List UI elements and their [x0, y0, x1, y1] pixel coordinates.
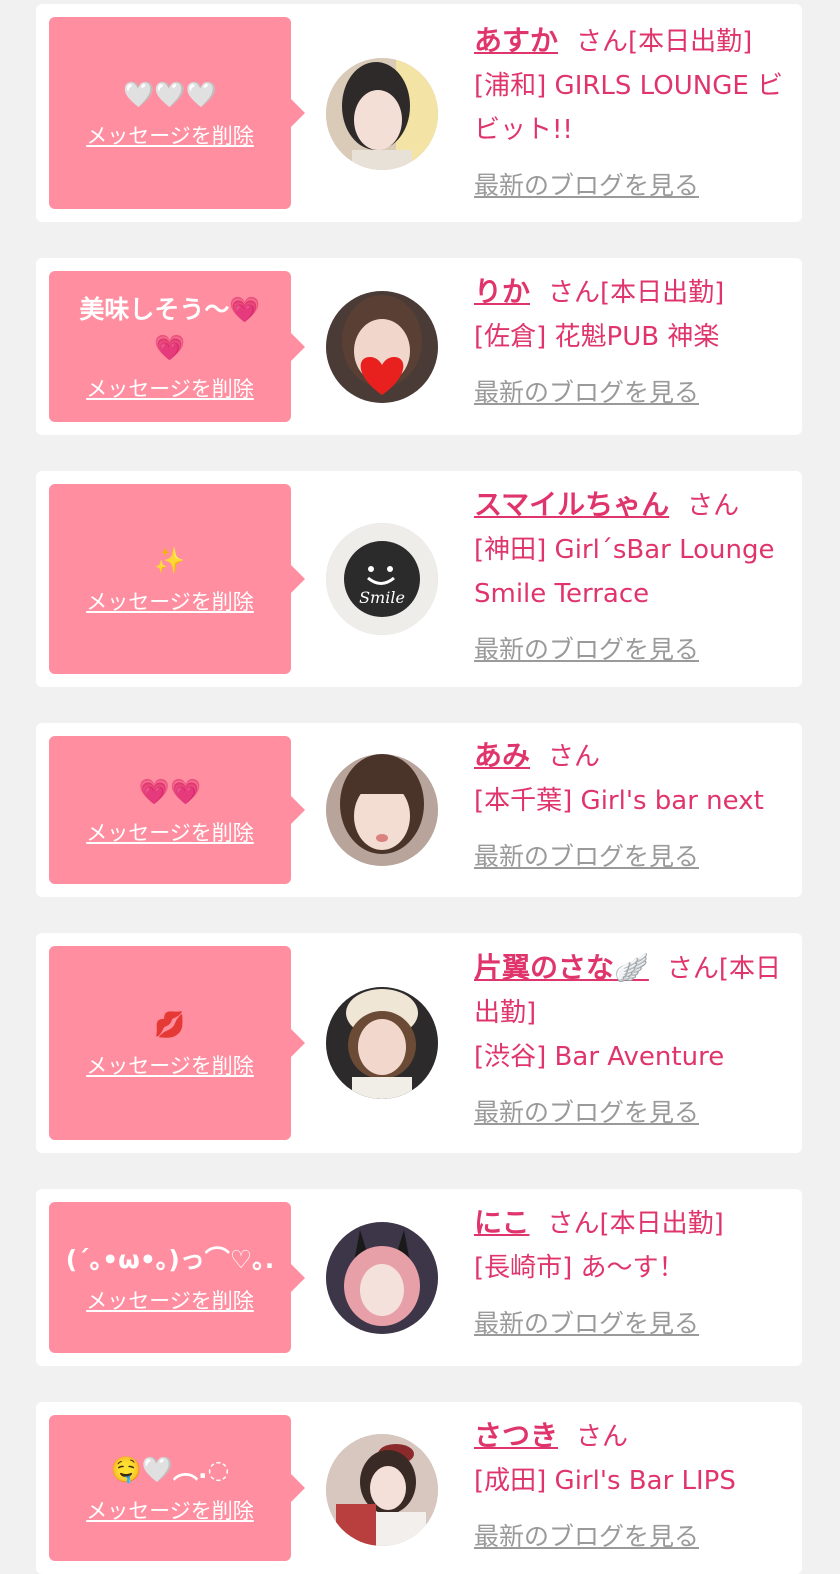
- avatar[interactable]: Smile: [326, 523, 438, 635]
- shop-name: [神田] Girl´sBar Lounge Smile Terrace: [474, 535, 775, 609]
- latest-blog-link[interactable]: 最新のブログを見る: [474, 371, 699, 415]
- shop-name: [本千葉] Girl's bar next: [474, 786, 764, 816]
- message-text: (´｡•ω•｡)っ⌒♡｡.: [65, 1244, 275, 1274]
- avatar[interactable]: [326, 291, 438, 403]
- sender-name-link[interactable]: あすか: [474, 24, 558, 57]
- message-card: 💋 メッセージを削除 片翼のさな🪽 さん[本日出勤] [渋谷] Bar Avent…: [36, 933, 802, 1153]
- message-card: 🤍🤍🤍 メッセージを削除 あすか さん[本日出勤] [浦和] GIRLS LOUN…: [36, 4, 802, 222]
- shop-name: [渋谷] Bar Aventure: [474, 1042, 725, 1072]
- sender-info: にこ さん[本日出勤] [長崎市] あ〜す！ 最新のブログを見る: [474, 1201, 792, 1346]
- avatar[interactable]: [326, 1434, 438, 1546]
- sender-name-link[interactable]: スマイルちゃん: [474, 488, 669, 521]
- sender-info: あすか さん[本日出勤] [浦和] GIRLS LOUNGE ビビット!! 最新の…: [474, 19, 792, 208]
- latest-blog-link[interactable]: 最新のブログを見る: [474, 835, 699, 879]
- honorific: さん: [576, 1422, 629, 1452]
- shop-name: [佐倉] 花魁PUB 神楽: [474, 322, 720, 352]
- message-text: 💗💗: [138, 777, 202, 806]
- sender-info: 片翼のさな🪽 さん[本日出勤] [渋谷] Bar Aventure 最新のブログを…: [474, 946, 792, 1135]
- message-bubble: 🤍🤍🤍 メッセージを削除: [49, 17, 305, 209]
- message-bubble: 💋 メッセージを削除: [49, 946, 305, 1140]
- latest-blog-link[interactable]: 最新のブログを見る: [474, 628, 699, 672]
- sender-name-link[interactable]: りか: [474, 275, 530, 308]
- shop-name: [浦和] GIRLS LOUNGE ビビット!!: [474, 71, 784, 145]
- latest-blog-link[interactable]: 最新のブログを見る: [474, 164, 699, 208]
- avatar[interactable]: [326, 987, 438, 1099]
- delete-message-button[interactable]: メッセージを削除: [86, 1285, 254, 1315]
- sender-info: あみ さん [本千葉] Girl's bar next 最新のブログを見る: [474, 734, 792, 879]
- message-card: ✨ メッセージを削除 Smile スマイルちゃん さん [神田] Girl´sBa…: [36, 471, 802, 687]
- work-status: [本日出勤]: [599, 1209, 724, 1239]
- honorific: さん: [548, 742, 601, 772]
- honorific: さん: [576, 27, 629, 57]
- message-card: (´｡•ω•｡)っ⌒♡｡. メッセージを削除 にこ さん[本日出勤] [長崎市] …: [36, 1189, 802, 1366]
- latest-blog-link[interactable]: 最新のブログを見る: [474, 1515, 699, 1559]
- sender-info: りか さん[本日出勤] [佐倉] 花魁PUB 神楽 最新のブログを見る: [474, 270, 792, 415]
- shop-name: [長崎市] あ〜す！: [474, 1253, 685, 1283]
- message-text: 💋: [154, 1010, 186, 1039]
- message-bubble: 💗💗 メッセージを削除: [49, 736, 305, 884]
- work-status: [本日出勤]: [600, 278, 725, 308]
- honorific: さん: [666, 954, 719, 984]
- avatar[interactable]: [326, 58, 438, 170]
- sender-name-link[interactable]: 片翼のさな🪽: [474, 951, 649, 984]
- message-text: 🤤🤍︵.◌: [110, 1455, 230, 1484]
- sender-info: スマイルちゃん さん [神田] Girl´sBar Lounge Smile Te…: [474, 483, 792, 672]
- honorific: さん: [548, 278, 601, 308]
- delete-message-button[interactable]: メッセージを削除: [86, 120, 254, 150]
- message-bubble: 美味しそう〜💗💗 メッセージを削除: [49, 271, 305, 422]
- avatar[interactable]: [326, 754, 438, 866]
- delete-message-button[interactable]: メッセージを削除: [86, 586, 254, 616]
- latest-blog-link[interactable]: 最新のブログを見る: [474, 1091, 699, 1135]
- sender-name-link[interactable]: さつき: [474, 1419, 558, 1452]
- message-text: 美味しそう〜💗💗: [79, 294, 261, 362]
- message-card: 💗💗 メッセージを削除 あみ さん [本千葉] Girl's bar next 最…: [36, 723, 802, 897]
- honorific: さん: [687, 491, 740, 521]
- sender-name-link[interactable]: にこ: [474, 1206, 529, 1239]
- delete-message-button[interactable]: メッセージを削除: [86, 1495, 254, 1525]
- delete-message-button[interactable]: メッセージを削除: [86, 373, 254, 403]
- message-card: 美味しそう〜💗💗 メッセージを削除 りか さん[本日出勤] [佐倉] 花魁PUB …: [36, 258, 802, 435]
- sender-info: さつき さん [成田] Girl's Bar LIPS 最新のブログを見る: [474, 1414, 792, 1559]
- avatar-logo-text: Smile: [359, 588, 405, 607]
- latest-blog-link[interactable]: 最新のブログを見る: [474, 1302, 699, 1346]
- message-bubble: (´｡•ω•｡)っ⌒♡｡. メッセージを削除: [49, 1202, 305, 1353]
- work-status: [本日出勤]: [628, 27, 753, 57]
- message-card: 🤤🤍︵.◌ メッセージを削除 さつき さん [成田] Girl's Bar LIP…: [36, 1402, 802, 1574]
- shop-name: [成田] Girl's Bar LIPS: [474, 1466, 736, 1496]
- message-text: 🤍🤍🤍: [123, 80, 217, 109]
- honorific: さん: [547, 1209, 600, 1239]
- message-bubble: 🤤🤍︵.◌ メッセージを削除: [49, 1415, 305, 1561]
- delete-message-button[interactable]: メッセージを削除: [86, 817, 254, 847]
- sender-name-link[interactable]: あみ: [474, 739, 530, 772]
- avatar[interactable]: [326, 1222, 438, 1334]
- message-bubble: ✨ メッセージを削除: [49, 484, 305, 674]
- message-text: ✨: [154, 546, 186, 575]
- delete-message-button[interactable]: メッセージを削除: [86, 1050, 254, 1080]
